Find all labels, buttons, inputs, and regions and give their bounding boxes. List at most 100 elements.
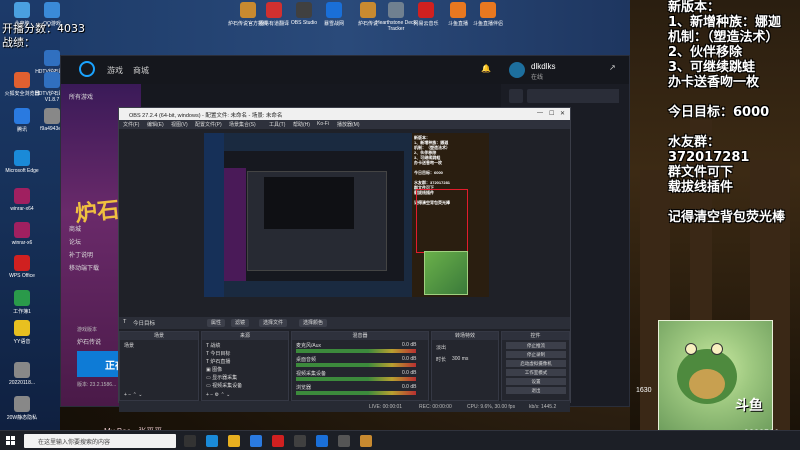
app-icon bbox=[480, 2, 496, 18]
close-icon[interactable]: ✕ bbox=[560, 110, 565, 117]
menu-edit[interactable]: 编辑(E) bbox=[147, 121, 164, 128]
user-profile[interactable]: dlkdlks 在线 bbox=[509, 60, 599, 82]
menu-player[interactable]: 播放器(M) bbox=[337, 121, 360, 128]
counter-text: 1630 bbox=[636, 387, 652, 394]
username: dlkdlks bbox=[531, 62, 556, 71]
bitrate: kb/s: 1445.2 bbox=[529, 404, 557, 410]
edge-icon[interactable] bbox=[206, 435, 218, 447]
bell-icon[interactable]: 🔔 bbox=[481, 64, 491, 73]
app-icon bbox=[266, 2, 282, 18]
desktop-icon[interactable]: 工作簿1 bbox=[0, 290, 44, 315]
netease-music-icon[interactable] bbox=[272, 435, 284, 447]
source-item[interactable]: T 战绩 bbox=[206, 342, 220, 349]
filters-button[interactable]: 滤镜 bbox=[231, 319, 250, 327]
exit-button[interactable]: 退出 bbox=[506, 387, 566, 394]
sidebar-item-shop[interactable]: 商城 bbox=[69, 224, 81, 233]
mixer-meter[interactable] bbox=[296, 391, 416, 395]
nav-shop[interactable]: 商城 bbox=[133, 65, 149, 76]
desktop-icon[interactable]: winrar-x64 bbox=[0, 188, 44, 212]
minimize-icon[interactable]: — bbox=[537, 110, 543, 116]
sidebar-item-patch-notes[interactable]: 补丁说明 bbox=[69, 250, 93, 259]
mixer-channel-db: 0.0 dB bbox=[402, 384, 417, 390]
live-time: LIVE: 00:00:01 bbox=[369, 404, 403, 410]
menu-scene-collection[interactable]: 场景集合(S) bbox=[229, 121, 256, 128]
mixer-meter[interactable] bbox=[296, 377, 416, 381]
obs-preview-area: 新版本： 1、新增种族：娜迦 机制：（塑造法术） 2、伙伴移除 3、可继续跳蛙 … bbox=[119, 129, 570, 412]
desktop-icon-label: 20W静态隐私 bbox=[6, 415, 38, 421]
virtual-camera-button[interactable]: 启动虚拟摄像机 bbox=[506, 360, 566, 367]
avatar[interactable] bbox=[509, 62, 525, 78]
select-color-button[interactable]: 选择颜色 bbox=[299, 319, 328, 327]
menu-profile[interactable]: 配置文件(P) bbox=[195, 121, 222, 128]
friend-search-input[interactable] bbox=[539, 89, 619, 103]
menu-view[interactable]: 视图(V) bbox=[171, 121, 188, 128]
obs-title: OBS 27.2.4 (64-bit, windows) - 配置文件: 未命名… bbox=[129, 113, 283, 119]
sidebar-item-mobile[interactable]: 移动端下载 bbox=[69, 263, 99, 272]
source-add-remove-icon[interactable]: + − ⚙ ⌃ ⌄ bbox=[206, 392, 230, 398]
duration-label: 时长 bbox=[436, 357, 447, 363]
task-view-icon[interactable] bbox=[184, 435, 196, 447]
desktop-icon[interactable]: winrar-x6 bbox=[0, 222, 44, 246]
sidebar-item-forum[interactable]: 论坛 bbox=[69, 237, 81, 246]
select-file-button[interactable]: 选择文件 bbox=[259, 319, 288, 327]
mixer-channel-name: 浏览器 bbox=[296, 385, 312, 391]
menu-file[interactable]: 文件(F) bbox=[123, 121, 139, 128]
hearthstone-taskbar-icon[interactable] bbox=[360, 435, 372, 447]
desktop-icon-label: Microsoft Edge bbox=[5, 168, 39, 174]
properties-button[interactable]: 属性 bbox=[207, 319, 226, 327]
source-item[interactable]: ▭ 视频采集设备 bbox=[206, 382, 242, 389]
desktop-icon[interactable]: 20220118... bbox=[0, 362, 44, 386]
app-icon bbox=[14, 320, 30, 336]
windows-start-icon[interactable] bbox=[6, 436, 16, 446]
mixer-channel-name: 麦克风/Aux bbox=[296, 343, 322, 349]
stop-streaming-button[interactable]: 停止推流 bbox=[506, 342, 566, 349]
transitions-dock: 转场特效 淡出 时长 300 ms bbox=[431, 331, 499, 401]
obs-statusbar: LIVE: 00:00:01 REC: 00:00:00 CPU: 9.6%, … bbox=[119, 402, 570, 412]
desktop-icon[interactable]: WPS Office bbox=[0, 255, 44, 279]
frog-eye bbox=[685, 343, 697, 355]
battlenet-taskbar-icon[interactable] bbox=[316, 435, 328, 447]
battlenet-logo-icon[interactable] bbox=[79, 61, 95, 77]
source-item[interactable]: ▣ 图像 bbox=[206, 366, 222, 373]
text-source-icon: T bbox=[123, 319, 127, 325]
version-select[interactable]: 炉石传说 bbox=[77, 337, 101, 346]
transition-select[interactable]: 淡出 bbox=[436, 344, 446, 351]
source-item[interactable]: T 炉石直播 bbox=[206, 358, 230, 365]
menu-kofi[interactable]: Ko-Fi bbox=[317, 121, 329, 127]
mixer-channel-db: 0.0 dB bbox=[402, 370, 417, 376]
add-friend-icon[interactable] bbox=[509, 89, 523, 103]
notice-line: 2、伙伴移除 bbox=[668, 45, 743, 60]
source-item[interactable]: T 今日目标 bbox=[206, 350, 230, 357]
scene-add-remove-icon[interactable]: + − ⌃ ⌄ bbox=[124, 392, 142, 398]
obs-taskbar-icon[interactable] bbox=[294, 435, 306, 447]
app-taskbar-icon[interactable] bbox=[338, 435, 350, 447]
desktop-icon[interactable]: 斗鱼直播伴侣 bbox=[466, 2, 510, 27]
menu-tools[interactable]: 工具(T) bbox=[269, 121, 285, 128]
desktop-icon[interactable]: 20W静态隐私 bbox=[0, 396, 44, 421]
mixer-meter[interactable] bbox=[296, 363, 416, 367]
nested-selection-box bbox=[416, 189, 468, 253]
desktop-icon-label: WPS Office bbox=[9, 273, 35, 279]
external-link-icon[interactable]: ↗ bbox=[609, 63, 616, 72]
preview-canvas[interactable]: 新版本： 1、新增种族：娜迦 机制：（塑造法术） 2、伙伴移除 3、可继续跳蛙 … bbox=[204, 133, 489, 297]
cpu-fps: CPU: 9.6%, 30.00 fps bbox=[467, 404, 516, 410]
file-explorer-icon[interactable] bbox=[228, 435, 240, 447]
settings-button[interactable]: 设置 bbox=[506, 378, 566, 385]
nav-games[interactable]: 游戏 bbox=[107, 65, 123, 76]
sidebar-item-all-games[interactable]: 所有游戏 bbox=[69, 92, 93, 101]
duration-input[interactable]: 300 ms bbox=[452, 356, 468, 362]
obs-window: OBS 27.2.4 (64-bit, windows) - 配置文件: 未命名… bbox=[118, 107, 571, 412]
app-icon bbox=[14, 290, 30, 306]
scene-item[interactable]: 场景 bbox=[124, 342, 134, 349]
mixer-meter[interactable] bbox=[296, 349, 416, 353]
source-item[interactable]: ▭ 显示器采集 bbox=[206, 374, 237, 381]
desktop-icon[interactable]: Microsoft Edge bbox=[0, 150, 44, 174]
desktop-icon[interactable]: YY语音 bbox=[0, 320, 44, 345]
taskbar-search-input[interactable]: 在这里输入你要搜索的内容 bbox=[24, 434, 176, 448]
menu-help[interactable]: 帮助(H) bbox=[293, 121, 310, 128]
maximize-icon[interactable]: ☐ bbox=[549, 110, 554, 117]
studio-mode-button[interactable]: 工作室模式 bbox=[506, 369, 566, 376]
store-icon[interactable] bbox=[250, 435, 262, 447]
app-icon bbox=[44, 50, 60, 66]
stop-recording-button[interactable]: 停止录制 bbox=[506, 351, 566, 358]
